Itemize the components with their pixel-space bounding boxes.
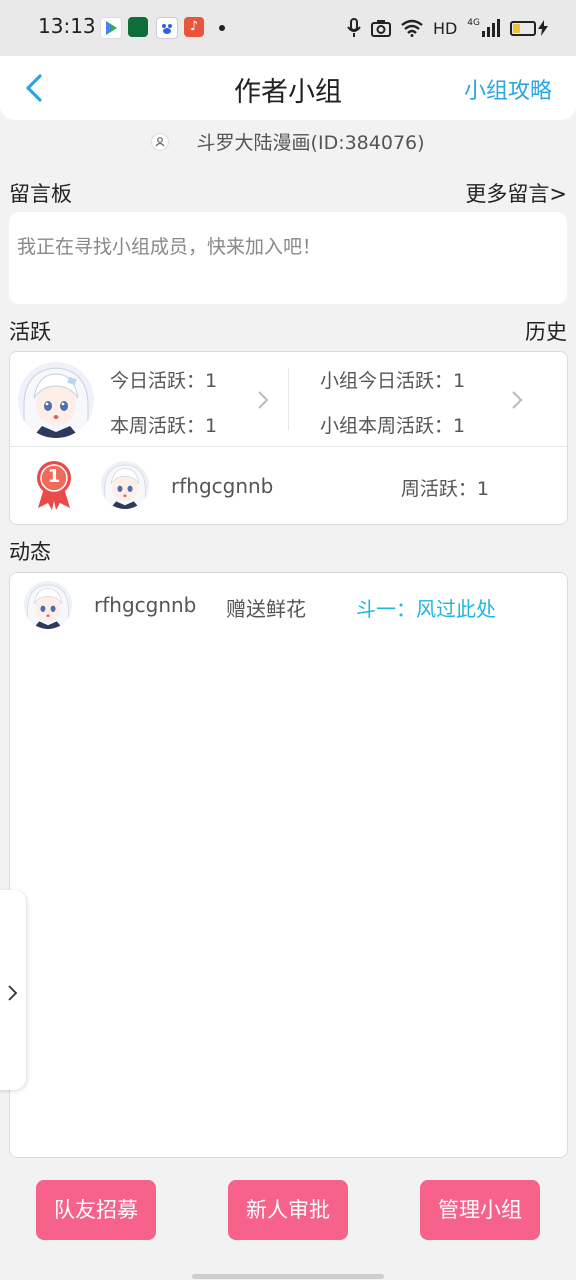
- group-name-id: 斗罗大陆漫画(ID:384076): [196, 132, 425, 154]
- feed-detail-link[interactable]: 斗一：风过此处: [356, 593, 496, 622]
- status-time: 13:13: [38, 14, 96, 38]
- feed-title: 动态: [9, 540, 51, 564]
- camera-icon: [370, 20, 391, 37]
- music-app-icon: ♪: [184, 17, 204, 37]
- status-icons: HD 4G: [347, 14, 548, 42]
- feed-action: 赠送鲜花: [226, 597, 306, 621]
- message-board-title: 留言板: [9, 182, 72, 206]
- message-board-text: 我正在寻找小组成员，快来加入吧！: [17, 236, 322, 258]
- ranking-username: rfhgcgnnb: [171, 474, 274, 498]
- week-activity: 本周活跃：1: [110, 415, 218, 437]
- signal-icon: 4G: [467, 19, 500, 37]
- stats-divider: [288, 368, 289, 430]
- group-week-activity: 小组本周活跃：1: [320, 415, 466, 437]
- battery-icon: [510, 20, 548, 36]
- notification-dot: [219, 25, 225, 31]
- message-board-box[interactable]: 我正在寻找小组成员，快来加入吧！: [9, 212, 567, 304]
- group-today-activity: 小组今日活跃：1: [320, 370, 466, 392]
- microphone-icon: [347, 18, 361, 37]
- status-bar: 13:13 ♪ HD 4G: [0, 0, 576, 56]
- chevron-right-icon: [8, 985, 18, 1001]
- bank-app-icon: [128, 17, 148, 37]
- more-messages-link[interactable]: 更多留言>: [465, 178, 567, 208]
- card-divider: [10, 446, 567, 447]
- play-store-icon: [100, 17, 122, 39]
- activity-title: 活跃: [9, 320, 51, 344]
- chevron-right-icon[interactable]: [256, 390, 270, 410]
- signal-label: 4G: [467, 18, 480, 28]
- side-drawer-tab[interactable]: [0, 890, 26, 1090]
- ranking-weekly-activity: 周活跃：1: [400, 478, 489, 500]
- baidu-icon: [156, 17, 178, 39]
- feed-user-avatar: [24, 581, 72, 629]
- today-activity: 今日活跃：1: [110, 370, 218, 392]
- manage-group-button[interactable]: 管理小组: [420, 1180, 540, 1240]
- home-indicator[interactable]: [192, 1274, 384, 1279]
- new-member-review-button[interactable]: 新人审批: [228, 1180, 348, 1240]
- user-avatar: [18, 362, 94, 438]
- rank-number: 1: [47, 466, 61, 487]
- network-type: HD: [432, 18, 458, 38]
- feed-username[interactable]: rfhgcgnnb: [94, 593, 196, 617]
- chevron-right-icon[interactable]: [510, 390, 524, 410]
- history-link[interactable]: 历史: [525, 316, 567, 346]
- group-info-row: 斗罗大陆漫画(ID:384076): [0, 128, 576, 160]
- top-navigation-bar: 作者小组 小组攻略: [0, 56, 576, 120]
- group-guide-link[interactable]: 小组攻略: [464, 73, 552, 105]
- group-icon: [151, 132, 170, 151]
- wifi-icon: [401, 19, 423, 37]
- feed-card: rfhgcgnnb 赠送鲜花 斗一：风过此处: [9, 572, 568, 1158]
- ranking-user-avatar: [101, 461, 149, 509]
- recruit-teammates-button[interactable]: 队友招募: [36, 1180, 156, 1240]
